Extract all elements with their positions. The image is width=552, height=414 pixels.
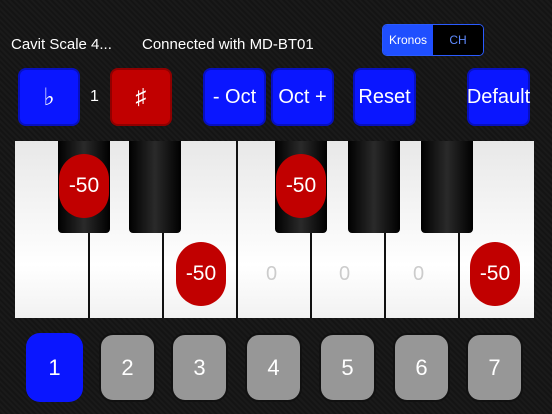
offset-faint: 0 (266, 263, 278, 285)
preset-button-4[interactable]: 4 (245, 333, 302, 402)
black-key-d-sharp[interactable] (129, 141, 181, 233)
preset-button-7[interactable]: 7 (466, 333, 523, 402)
scale-name: Cavit Scale 4... (11, 36, 112, 53)
offset-f-sharp: -50 (276, 154, 326, 218)
black-key-g-sharp[interactable] (348, 141, 400, 233)
mode-kronos[interactable]: Kronos (383, 25, 433, 55)
offset-a: -50 (470, 242, 520, 306)
preset-button-3[interactable]: 3 (171, 333, 228, 402)
default-button[interactable]: Default (467, 68, 530, 126)
offset-e: -50 (176, 242, 226, 306)
octave-up-button[interactable]: Oct + (271, 68, 334, 126)
piano-keyboard: -50 -50 -50 -50 0 0 0 (15, 141, 534, 318)
connection-status: Connected with MD-BT01 (142, 36, 314, 53)
preset-button-1[interactable]: 1 (26, 333, 83, 402)
flat-button[interactable]: ♭ (18, 68, 80, 126)
preset-button-6[interactable]: 6 (393, 333, 450, 402)
octave-down-button[interactable]: - Oct (203, 68, 266, 126)
preset-button-2[interactable]: 2 (99, 333, 156, 402)
black-key-a-sharp[interactable] (421, 141, 473, 233)
offset-faint: 0 (339, 263, 351, 285)
offset-c-sharp: -50 (59, 154, 109, 218)
sharp-button[interactable]: ♯ (110, 68, 172, 126)
mode-toggle[interactable]: Kronos CH (382, 24, 484, 56)
reset-button[interactable]: Reset (353, 68, 416, 126)
mode-ch[interactable]: CH (433, 25, 483, 55)
offset-faint: 0 (413, 263, 425, 285)
preset-button-5[interactable]: 5 (319, 333, 376, 402)
transpose-value: 1 (90, 88, 99, 105)
